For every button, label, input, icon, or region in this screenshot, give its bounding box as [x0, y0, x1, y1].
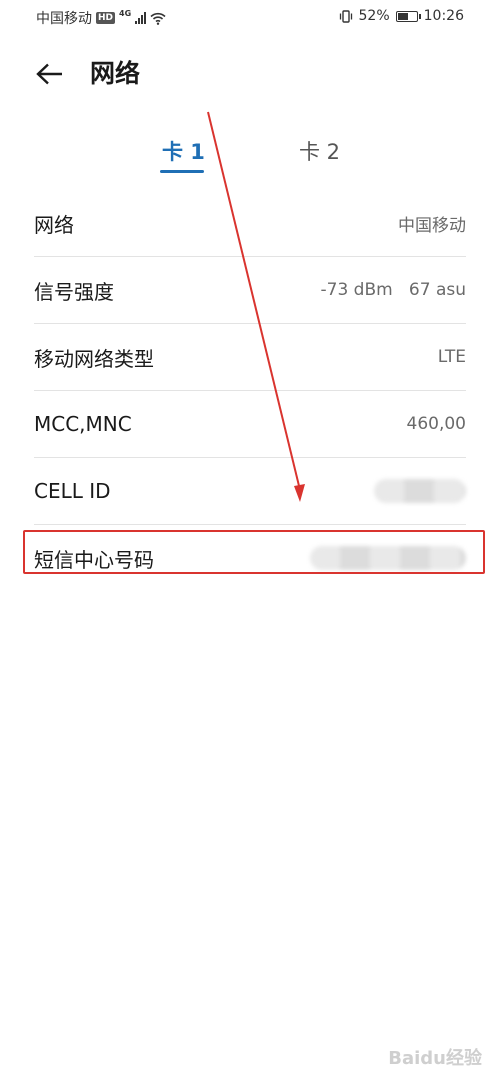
- sim-tabs: 卡 1 卡 2: [0, 134, 500, 178]
- status-right: 52% 10:26: [339, 8, 464, 24]
- page-title: 网络: [90, 59, 141, 88]
- tab-sim-1[interactable]: 卡 1: [162, 134, 205, 170]
- signal-icon: [135, 12, 147, 24]
- vibrate-icon: [339, 9, 352, 23]
- back-arrow-icon: [36, 63, 62, 85]
- app-header: 网络: [0, 52, 500, 96]
- row-value: LTE: [437, 347, 466, 367]
- network-gen-label: 4G: [119, 8, 132, 18]
- row-label: CELL ID: [34, 479, 111, 503]
- row-label: MCC,MNC: [34, 412, 132, 436]
- clock: 10:26: [423, 8, 464, 24]
- list-item-network-type: 移动网络类型 LTE: [34, 324, 466, 391]
- network-info-list: 网络 中国移动 信号强度 -73 dBm 67 asu 移动网络类型 LTE M…: [34, 190, 466, 591]
- redacted-value: [310, 546, 466, 570]
- list-item-mcc-mnc: MCC,MNC 460,00: [34, 391, 466, 458]
- list-item-network: 网络 中国移动: [34, 190, 466, 257]
- row-value: -73 dBm 67 asu: [320, 280, 466, 300]
- row-label: 移动网络类型: [34, 346, 154, 371]
- tab-sim-2[interactable]: 卡 2: [299, 134, 340, 170]
- redacted-value: [374, 479, 466, 503]
- tab-selected-indicator: [160, 170, 204, 173]
- list-item-cell-id: CELL ID: [34, 458, 466, 525]
- watermark: Baidu经验: [388, 1048, 482, 1069]
- battery-percent: 52%: [358, 8, 390, 24]
- list-item-signal-strength: 信号强度 -73 dBm 67 asu: [34, 257, 466, 324]
- carrier-name: 中国移动: [36, 11, 92, 27]
- row-value: 中国移动: [398, 215, 466, 236]
- wifi-icon: [150, 12, 166, 25]
- hd-badge: HD: [96, 12, 116, 24]
- row-value: 460,00: [406, 414, 466, 434]
- row-label: 短信中心号码: [34, 547, 154, 572]
- back-button[interactable]: [30, 56, 70, 92]
- list-item-sms-center: 短信中心号码: [34, 525, 466, 591]
- status-bar: 中国移动 HD 4G 52% 10:26: [0, 0, 500, 36]
- row-label: 网络: [34, 212, 74, 237]
- battery-icon: [395, 10, 421, 22]
- status-left: 中国移动 HD 4G: [36, 8, 166, 28]
- row-label: 信号强度: [34, 279, 114, 304]
